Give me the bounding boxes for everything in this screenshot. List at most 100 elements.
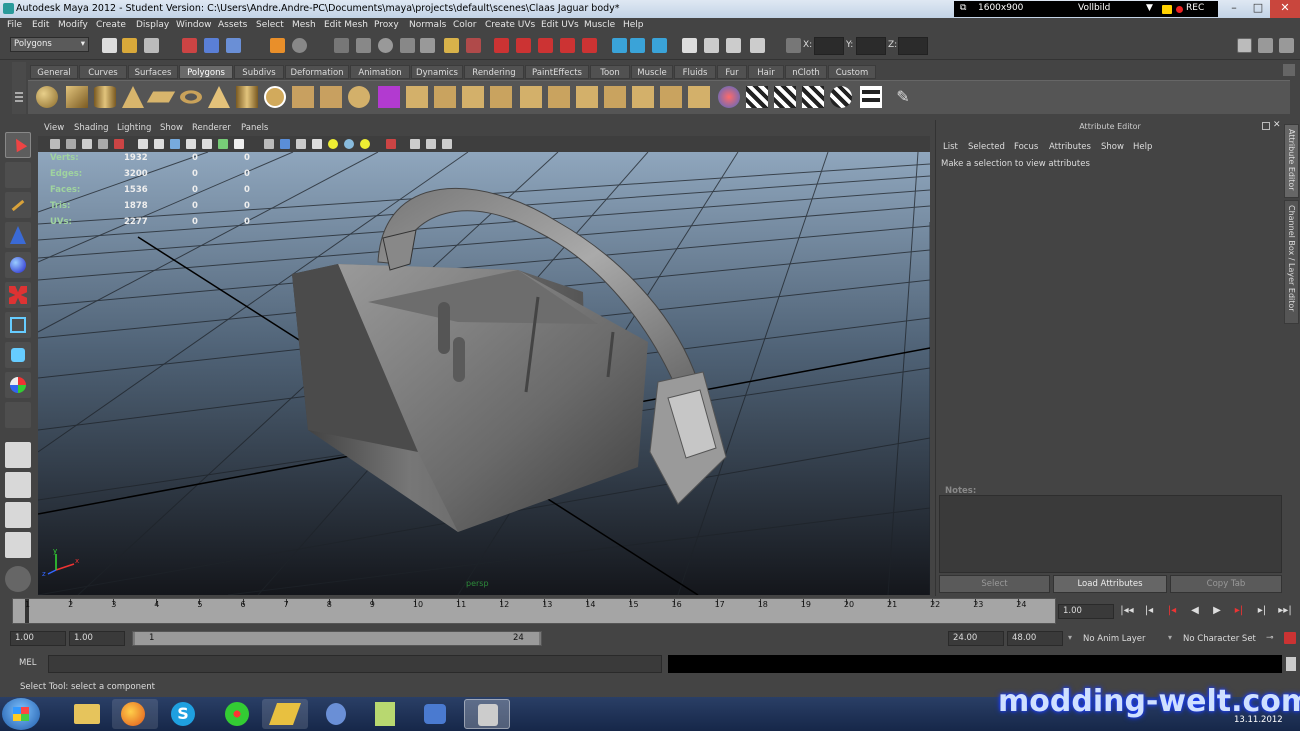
minimize-button[interactable]: –: [1222, 0, 1246, 18]
menu-select[interactable]: Select: [256, 20, 284, 30]
menu-set-dropdown[interactable]: Polygons ▾: [10, 37, 89, 52]
transform-mode-icon[interactable]: [786, 38, 801, 53]
firefox-taskbar-icon[interactable]: [112, 699, 158, 729]
step-forward-frame-icon[interactable]: ▸|: [1232, 604, 1246, 618]
outliner-icon[interactable]: [5, 566, 31, 592]
hypershade-icon[interactable]: [560, 38, 575, 53]
tool-taskbar-icon[interactable]: [412, 699, 458, 729]
close-panel-icon[interactable]: ✕: [1273, 120, 1281, 130]
character-set-dropdown-icon[interactable]: ▾: [1168, 633, 1172, 642]
ipr-render-icon[interactable]: [516, 38, 531, 53]
icq-taskbar-icon[interactable]: [214, 699, 260, 729]
start-button[interactable]: [2, 698, 40, 730]
menu-display[interactable]: Display: [136, 20, 169, 30]
range-slider[interactable]: 1 24: [132, 631, 542, 646]
go-to-start-icon[interactable]: |◂◂: [1120, 604, 1134, 618]
offset-edge-loop-icon[interactable]: [548, 86, 570, 108]
z-input[interactable]: [898, 37, 928, 55]
show-attribute-editor-icon[interactable]: [1237, 38, 1252, 53]
menu-edit-uvs[interactable]: Edit UVs: [541, 20, 579, 30]
cylindrical-mapping-icon[interactable]: [774, 86, 796, 108]
xray-icon[interactable]: [410, 139, 420, 149]
merge-vertices-icon[interactable]: [604, 86, 626, 108]
shelf-tab-surfaces[interactable]: Surfaces: [128, 65, 178, 79]
split-polygon-icon[interactable]: [490, 86, 512, 108]
select-tool-icon[interactable]: [5, 132, 31, 158]
recorder-dropdown-icon[interactable]: ▼: [1146, 3, 1153, 13]
app-taskbar-icon[interactable]: [262, 699, 308, 729]
use-all-lights-icon[interactable]: [328, 139, 338, 149]
shelf-tab-subdivs[interactable]: Subdivs: [234, 65, 284, 79]
menu-edit[interactable]: Edit: [32, 20, 49, 30]
spherical-mapping-icon[interactable]: [802, 86, 824, 108]
triangulate-icon[interactable]: [660, 86, 682, 108]
viewport-menu-panels[interactable]: Panels: [241, 123, 268, 133]
planar-mapping-icon[interactable]: [746, 86, 768, 108]
shelf-menu-icon[interactable]: [1283, 64, 1295, 76]
menu-normals[interactable]: Normals: [409, 20, 446, 30]
universal-manipulator-icon[interactable]: [5, 312, 31, 338]
last-tool-icon[interactable]: [5, 402, 31, 428]
shelf-tab-muscle[interactable]: Muscle: [631, 65, 673, 79]
four-view-layout-icon[interactable]: [5, 472, 31, 498]
menu-create-uvs[interactable]: Create UVs: [485, 20, 535, 30]
poly-soccer-ball-icon[interactable]: [264, 86, 286, 108]
paint-select-tool-icon[interactable]: [5, 192, 31, 218]
field-chart-icon[interactable]: [202, 139, 212, 149]
media-taskbar-icon[interactable]: [312, 699, 358, 729]
range-slider-handle[interactable]: 1 24: [135, 632, 539, 645]
ae-menu-help[interactable]: Help: [1133, 142, 1152, 152]
animation-start-field[interactable]: 1.00: [10, 631, 66, 646]
menu-modify[interactable]: Modify: [58, 20, 88, 30]
side-tab-attribute-editor[interactable]: Attribute Editor: [1284, 124, 1299, 198]
shelf-tab-fur[interactable]: Fur: [717, 65, 747, 79]
soft-modification-icon[interactable]: [5, 342, 31, 368]
wireframe-on-shaded-icon[interactable]: [296, 139, 306, 149]
render-settings-icon[interactable]: [538, 38, 553, 53]
tool-options-icon[interactable]: ✎: [892, 86, 914, 108]
toggle-panel-icon-1[interactable]: [612, 38, 627, 53]
snap-point-icon[interactable]: [378, 38, 393, 53]
bridge-icon[interactable]: [434, 86, 456, 108]
quadrangulate-icon[interactable]: [688, 86, 710, 108]
close-button[interactable]: ✕: [1270, 0, 1300, 18]
film-gate-toggle-icon[interactable]: [154, 139, 164, 149]
point-mask-icon[interactable]: [292, 38, 307, 53]
ae-menu-selected[interactable]: Selected: [968, 142, 1005, 152]
layout-icon-1[interactable]: [682, 38, 697, 53]
character-set-dropdown[interactable]: No Character Set: [1183, 634, 1256, 644]
toggle-panel-icon-3[interactable]: [652, 38, 667, 53]
poly-sphere-icon[interactable]: [36, 86, 58, 108]
key-icon[interactable]: ⊸: [1266, 633, 1274, 643]
poly-cylinder-icon[interactable]: [94, 86, 116, 108]
open-scene-icon[interactable]: [122, 38, 137, 53]
shelf-tab-dynamics[interactable]: Dynamics: [411, 65, 463, 79]
menu-assets[interactable]: Assets: [218, 20, 247, 30]
explorer-taskbar-icon[interactable]: [64, 699, 110, 729]
viewport-menu-lighting[interactable]: Lighting: [117, 123, 151, 133]
playback-end-field[interactable]: 24.00: [948, 631, 1004, 646]
mel-command-input[interactable]: [48, 655, 662, 673]
poly-pyramid-icon[interactable]: [208, 86, 230, 108]
play-backwards-icon[interactable]: ◀: [1188, 604, 1202, 618]
select-object-icon[interactable]: [204, 38, 219, 53]
menu-mesh[interactable]: Mesh: [292, 20, 316, 30]
shelf-tab-ncloth[interactable]: nCloth: [785, 65, 827, 79]
gate-mask-icon[interactable]: [186, 139, 196, 149]
backface-culling-icon[interactable]: [442, 139, 452, 149]
snap-grid-icon[interactable]: [334, 38, 349, 53]
x-input[interactable]: [814, 37, 844, 55]
scale-tool-icon[interactable]: [5, 282, 31, 308]
shelf-tab-rendering[interactable]: Rendering: [464, 65, 524, 79]
select-button[interactable]: Select: [939, 575, 1050, 593]
isolate-select-icon[interactable]: [386, 139, 396, 149]
layout-icon-2[interactable]: [704, 38, 719, 53]
make-live-icon[interactable]: [420, 38, 435, 53]
lasso-tool-icon[interactable]: [5, 162, 31, 188]
copy-tab-button[interactable]: Copy Tab: [1170, 575, 1282, 593]
viewport-menu-show[interactable]: Show: [160, 123, 183, 133]
resolution-gate-icon[interactable]: [170, 139, 180, 149]
shelf-tab-toon[interactable]: Toon: [590, 65, 630, 79]
save-scene-icon[interactable]: [144, 38, 159, 53]
film-gate-icon[interactable]: [114, 139, 124, 149]
